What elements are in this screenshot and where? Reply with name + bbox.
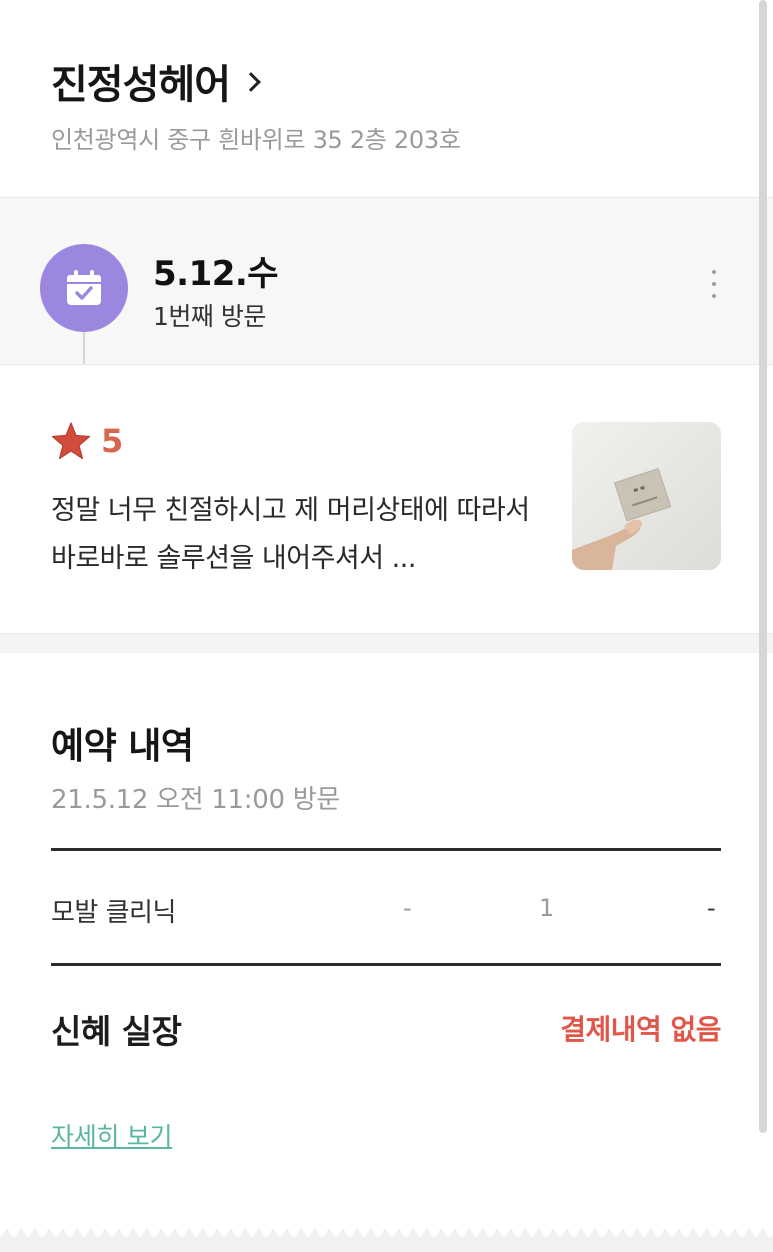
service-col-3: - (707, 894, 716, 922)
review-photo-image (572, 422, 721, 570)
calendar-badge (40, 244, 128, 332)
shop-name: 진정성헤어 (51, 62, 231, 108)
visit-count: 1번째 방문 (153, 302, 266, 331)
review-card[interactable]: 5 정말 너무 친절하시고 제 머리상태에 따라서 바로바로 솔루션을 내어주셔… (0, 365, 773, 633)
chevron-right-icon (241, 72, 261, 92)
view-details-link[interactable]: 자세히 보기 (51, 1117, 172, 1153)
rating: 5 (51, 421, 123, 461)
service-row: 모발 클리닉 - 1 - (51, 852, 721, 964)
reservation-datetime: 21.5.12 오전 11:00 방문 (51, 785, 340, 815)
zigzag-edge (0, 1222, 773, 1252)
reservation-divider-top (51, 848, 721, 851)
more-options-icon[interactable] (706, 270, 722, 306)
section-gap (0, 633, 773, 653)
service-col-1: - (403, 894, 412, 922)
star-icon (51, 422, 91, 460)
rating-value: 5 (101, 422, 124, 460)
shop-title-link[interactable]: 진정성헤어 (51, 52, 261, 110)
review-photo[interactable] (572, 422, 721, 570)
staff-name: 신혜 실장 (51, 1012, 182, 1051)
calendar-check-icon (67, 270, 101, 305)
scrollbar[interactable] (759, 0, 767, 1133)
shop-header: 진정성헤어 인천광역시 중구 흰바위로 35 2층 203호 (0, 0, 773, 197)
reservation-divider-bottom (51, 963, 721, 966)
reservation-title: 예약 내역 (51, 726, 194, 767)
review-text: 정말 너무 친절하시고 제 머리상태에 따라서 바로바로 솔루션을 내어주셔서 … (51, 495, 530, 574)
visit-date: 5.12.수 (153, 254, 279, 294)
payment-status: 결제내역 없음 (560, 1013, 721, 1046)
visit-detail-page: 진정성헤어 인천광역시 중구 흰바위로 35 2층 203호 5.12.수 1번… (0, 0, 773, 1252)
service-quantity: 1 (539, 894, 555, 922)
service-name: 모발 클리닉 (51, 898, 176, 928)
shop-address: 인천광역시 중구 흰바위로 35 2층 203호 (51, 126, 461, 154)
